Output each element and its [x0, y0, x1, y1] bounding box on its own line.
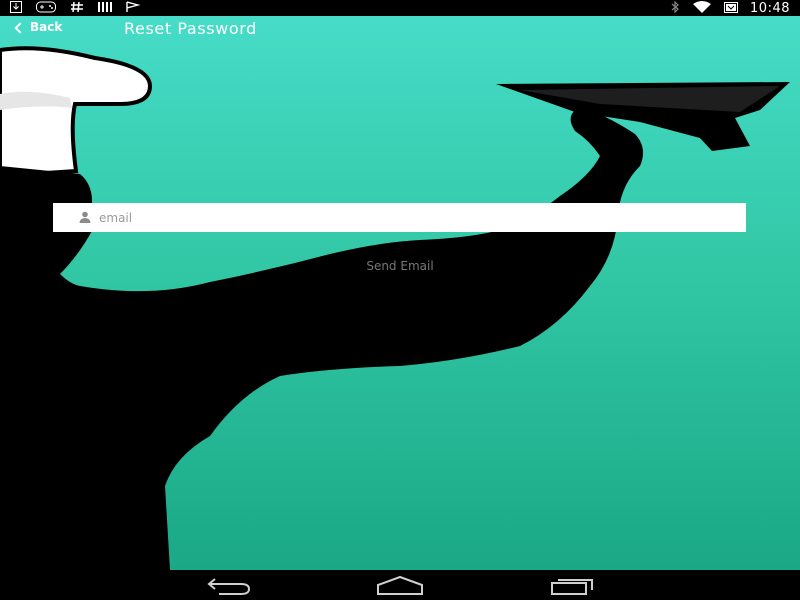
- signal-bars-icon: [98, 1, 112, 15]
- email-field-container: [53, 202, 746, 233]
- nav-home-button[interactable]: [370, 574, 430, 596]
- hash-icon: [70, 1, 84, 15]
- wifi-icon: [692, 1, 712, 15]
- silhouette-figure: [0, 108, 644, 570]
- nav-recents-button[interactable]: [542, 574, 602, 596]
- back-nav-icon: [207, 578, 251, 595]
- status-left-icons: [10, 1, 141, 15]
- action-bar: Back Reset Password: [0, 16, 800, 44]
- download-icon: [10, 1, 22, 15]
- chef-hat-shape: [0, 46, 153, 179]
- send-email-button[interactable]: Send Email: [330, 256, 470, 276]
- status-bar: 10:48: [0, 0, 800, 16]
- status-clock: 10:48: [750, 0, 790, 16]
- page-title: Reset Password: [124, 19, 257, 38]
- battery-icon: [724, 1, 739, 15]
- back-label: Back: [30, 20, 63, 34]
- chef-paper-plane-illustration: [0, 46, 790, 570]
- gamepad-icon: [36, 1, 56, 15]
- back-button[interactable]: Back: [14, 20, 63, 34]
- check-flag-icon: [126, 1, 141, 15]
- nav-back-button[interactable]: [199, 574, 259, 596]
- navigation-bar: [0, 570, 800, 600]
- recents-nav-icon: [551, 579, 593, 595]
- reset-password-screen: Back Reset Password Send Email: [0, 16, 800, 570]
- chevron-left-icon: [14, 21, 26, 34]
- email-input[interactable]: [79, 202, 746, 233]
- phone-screen: 10:48 Back Reset Password email Send Ema…: [0, 0, 800, 600]
- user-icon: [79, 211, 91, 223]
- bluetooth-icon: [670, 0, 680, 15]
- home-nav-icon: [377, 575, 423, 595]
- status-right-icons: 10:48: [670, 1, 790, 16]
